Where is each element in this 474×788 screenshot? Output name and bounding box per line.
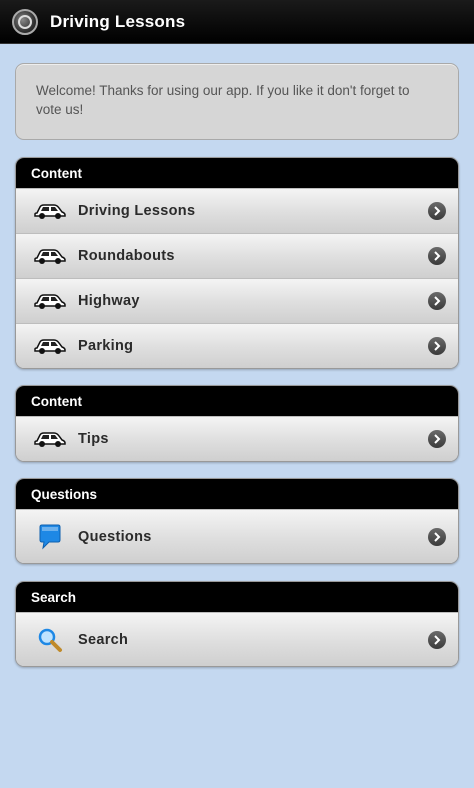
- content-group: Content Driving Lessons Roundabouts High…: [15, 157, 459, 369]
- group-header-content: Content: [16, 386, 458, 416]
- app-logo-icon: [12, 8, 38, 35]
- chevron-right-icon: [428, 527, 446, 546]
- list-item-tips[interactable]: Tips: [16, 416, 458, 461]
- list-item-highway[interactable]: Highway: [16, 278, 458, 323]
- list-item-parking[interactable]: Parking: [16, 323, 458, 368]
- list-item-label: Highway: [78, 293, 140, 309]
- list-item-label: Roundabouts: [78, 248, 175, 264]
- chevron-right-icon: [428, 630, 446, 649]
- list-item-search[interactable]: Search: [16, 612, 458, 666]
- car-icon: [32, 427, 68, 451]
- car-icon: [32, 334, 68, 358]
- chevron-right-icon: [428, 202, 446, 220]
- car-icon: [32, 289, 68, 313]
- chevron-right-icon: [428, 247, 446, 265]
- group-header-questions: Questions: [16, 479, 458, 509]
- chevron-right-icon: [428, 337, 446, 355]
- list-item-label: Search: [78, 631, 129, 648]
- group-header-search: Search: [16, 582, 458, 612]
- speech-bubble-icon: [32, 524, 68, 549]
- search-icon: [32, 628, 68, 652]
- group-header-content: Content: [16, 158, 458, 188]
- list-item-label: Tips: [78, 431, 109, 447]
- list-item-label: Driving Lessons: [78, 203, 196, 219]
- car-icon: [32, 244, 68, 268]
- search-group: Search Search: [15, 581, 459, 667]
- welcome-message: Welcome! Thanks for using our app. If yo…: [15, 63, 459, 140]
- app-title: Driving Lessons: [50, 11, 186, 31]
- list-item-roundabouts[interactable]: Roundabouts: [16, 233, 458, 278]
- tips-group: Content Tips: [15, 385, 459, 462]
- chevron-right-icon: [428, 430, 446, 448]
- car-icon: [32, 199, 68, 223]
- list-item-driving-lessons[interactable]: Driving Lessons: [16, 188, 458, 233]
- chevron-right-icon: [428, 292, 446, 310]
- list-item-questions[interactable]: Questions: [16, 509, 458, 563]
- title-bar: Driving Lessons: [0, 0, 474, 44]
- list-item-label: Parking: [78, 338, 134, 354]
- list-item-label: Questions: [78, 528, 152, 545]
- questions-group: Questions Questions: [15, 478, 459, 564]
